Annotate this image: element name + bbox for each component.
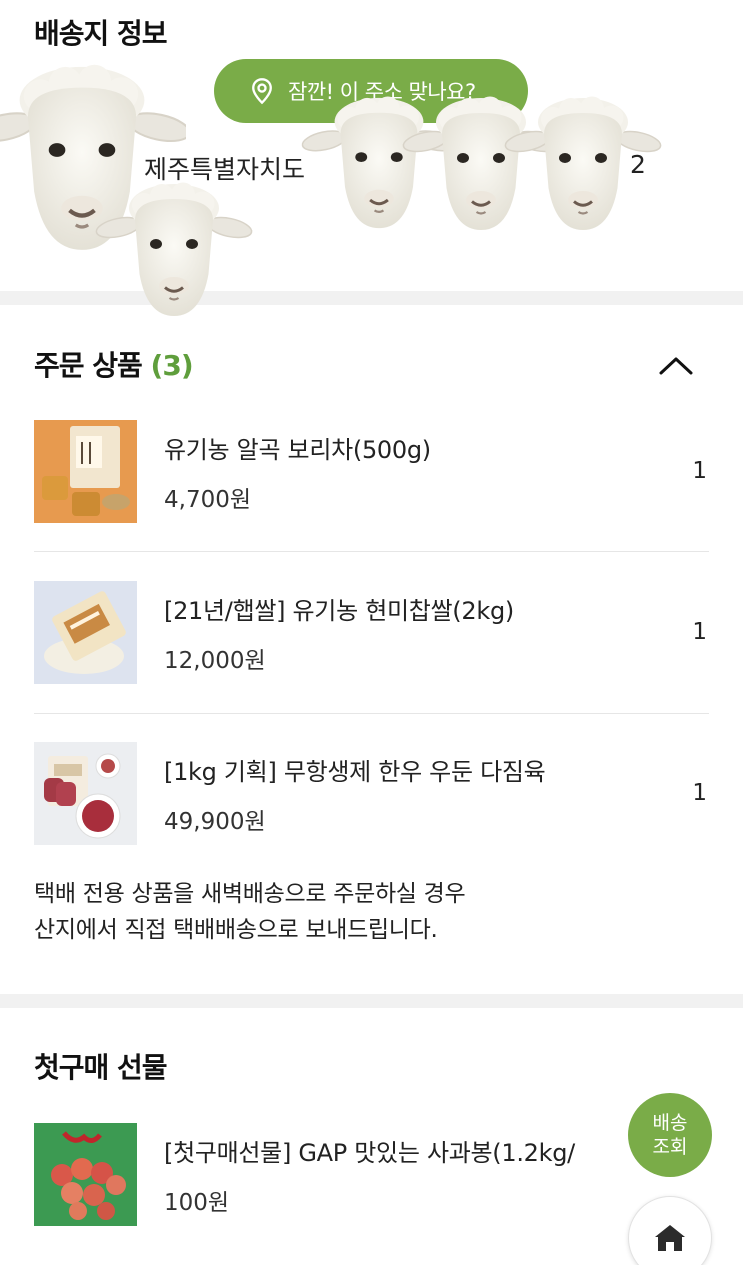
item-price: 100원 (164, 1190, 230, 1216)
row-divider (34, 713, 709, 714)
notice-line-2: 산지에서 직접 택배배송으로 보내드립니다. (34, 917, 438, 943)
location-pin-icon (248, 77, 276, 105)
item-price: 12,000원 (164, 648, 266, 674)
item-price: 4,700원 (164, 487, 252, 513)
delivery-notice: 택배 전용 상품을 새벽배송으로 주문하실 경우 산지에서 직접 택배배송으로 … (34, 876, 466, 948)
order-title-label: 주문 상품 (34, 349, 143, 382)
delivery-button-line-2: 조회 (652, 1136, 688, 1158)
gift-section-title: 첫구매 선물 (34, 1051, 168, 1084)
item-name: [1kg 기획] 무항생제 한우 우둔 다짐육 (164, 758, 546, 786)
row-divider (34, 551, 709, 552)
item-quantity: 1 (692, 619, 707, 645)
product-thumbnail-brown-rice (34, 581, 137, 684)
order-item[interactable]: 유기농 알곡 보리차(500g) 4,700원 1 (34, 420, 709, 524)
sheep-head-sticker (500, 92, 666, 242)
item-name: 유기농 알곡 보리차(500g) (164, 436, 431, 464)
order-item[interactable]: [1kg 기획] 무항생제 한우 우둔 다짐육 49,900원 1 (34, 742, 709, 846)
product-thumbnail-ground-beef (34, 742, 137, 845)
notice-line-1: 택배 전용 상품을 새벽배송으로 주문하실 경우 (34, 881, 466, 907)
item-name: [21년/햅쌀] 유기농 현미찹쌀(2kg) (164, 597, 514, 625)
home-icon (655, 1225, 685, 1251)
chevron-up-icon[interactable] (656, 352, 696, 378)
product-thumbnail-barley-tea (34, 420, 137, 523)
order-section-title: 주문 상품 (3) (34, 344, 194, 384)
item-quantity: 1 (692, 458, 707, 484)
section-divider (0, 994, 743, 1008)
order-count: (3) (150, 349, 194, 382)
item-name: [첫구매선물] GAP 맛있는 사과봉(1.2kg/ (164, 1139, 575, 1167)
item-quantity: 1 (692, 780, 707, 806)
item-price: 49,900원 (164, 809, 266, 835)
product-thumbnail-apple-bag (34, 1123, 137, 1226)
order-item[interactable]: [21년/햅쌀] 유기농 현미찹쌀(2kg) 12,000원 1 (34, 581, 709, 685)
delivery-button-line-1: 배송 (652, 1112, 688, 1134)
sheep-head-sticker (92, 178, 256, 328)
delivery-tracking-button[interactable]: 배송 조회 (628, 1093, 712, 1177)
